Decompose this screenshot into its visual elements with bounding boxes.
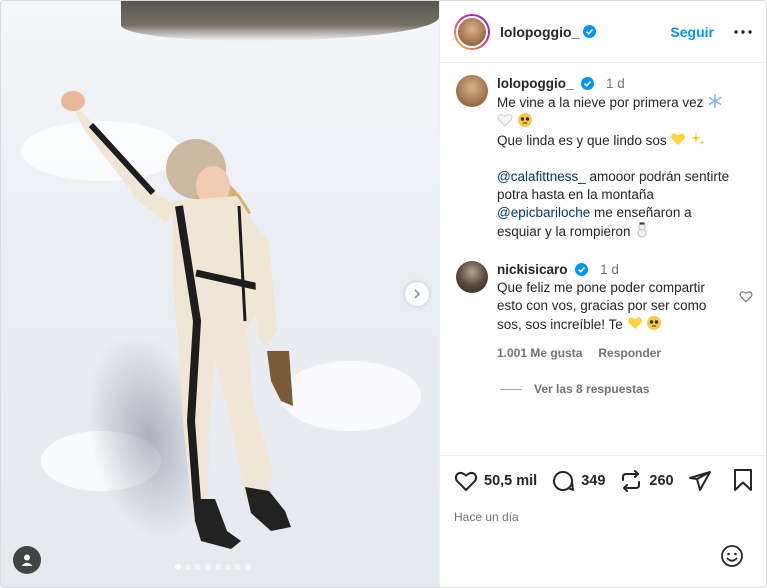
carousel-dot <box>245 564 251 570</box>
mention-link[interactable]: @calafittness_ <box>497 169 586 184</box>
comment-time: 1 d <box>600 262 619 277</box>
user-icon <box>21 554 33 566</box>
bookmark-icon <box>734 468 752 491</box>
snowman-emoji-icon <box>637 222 647 238</box>
caption-author-avatar[interactable] <box>456 75 488 107</box>
snowflake-emoji-icon <box>708 94 722 108</box>
verified-badge-icon <box>575 263 589 276</box>
comment-bubble-icon <box>553 471 575 491</box>
white-heart-emoji-icon <box>497 114 513 127</box>
post-date[interactable]: Hace un día <box>454 510 753 524</box>
carousel-dot <box>215 564 221 570</box>
share-button[interactable] <box>688 469 712 493</box>
chevron-right-icon <box>414 289 421 299</box>
carousel-dots <box>175 564 251 570</box>
carousel-dot <box>195 564 201 570</box>
carousel-dot <box>205 564 211 570</box>
skier-figure <box>61 91 293 549</box>
more-dots-icon <box>734 29 752 34</box>
post-actions: 50,5 mil 349 260 Hace un día <box>440 455 766 524</box>
carousel-dot <box>185 564 191 570</box>
post-caption: lolopoggio_ 1 d Me vine a la nieve por p… <box>456 75 753 241</box>
commenter-avatar[interactable] <box>456 261 488 293</box>
pleading-face-emoji-icon <box>517 113 532 127</box>
mention-link[interactable]: @epicbariloche <box>497 205 590 220</box>
emoji-picker-button[interactable] <box>720 544 744 568</box>
caption-author[interactable]: lolopoggio_ <box>497 76 574 91</box>
like-button[interactable]: 50,5 mil <box>454 470 537 492</box>
comment-button[interactable]: 349 <box>551 469 605 493</box>
smiley-icon <box>721 545 743 567</box>
caption-line-1: Me vine a la nieve por primera vez <box>497 95 704 110</box>
comments-section: lolopoggio_ 1 d Me vine a la nieve por p… <box>440 63 766 455</box>
heart-icon <box>454 472 478 492</box>
comment-text: Que feliz me pone poder compartir esto c… <box>497 280 707 332</box>
likes-count: 50,5 mil <box>484 473 538 489</box>
tagged-users-button[interactable] <box>13 546 41 574</box>
yellow-heart-emoji-icon <box>627 317 642 329</box>
view-replies-button[interactable]: Ver las 8 respuestas <box>500 382 753 396</box>
view-replies-label: Ver las 8 respuestas <box>534 382 650 396</box>
pleading-face-emoji-icon <box>647 316 662 330</box>
reply-button[interactable]: Responder <box>598 344 661 362</box>
caption-time: 1 d <box>606 76 625 91</box>
repost-button[interactable]: 260 <box>619 469 674 493</box>
carousel-dot <box>235 564 241 570</box>
carousel-next-button[interactable] <box>405 282 429 306</box>
post-dialog: lolopoggio_ Seguir lolopoggio_ 1 d Me vi… <box>0 0 767 588</box>
share-paper-plane-icon <box>688 471 711 491</box>
post-photo[interactable] <box>1 1 439 587</box>
comment-item: nickisicaro 1 d Que feliz me pone poder … <box>456 261 753 362</box>
comment-like-heart-icon[interactable] <box>739 290 753 303</box>
more-options-button[interactable] <box>732 21 754 43</box>
yellow-heart-emoji-icon <box>671 133 686 145</box>
author-avatar[interactable] <box>454 13 490 50</box>
verified-badge-icon <box>583 25 597 38</box>
author-username[interactable]: lolopoggio_ <box>500 24 579 40</box>
carousel-dot <box>175 564 181 570</box>
post-side-panel: lolopoggio_ Seguir lolopoggio_ 1 d Me vi… <box>439 1 766 587</box>
follow-button[interactable]: Seguir <box>670 24 714 40</box>
comments-count: 349 <box>581 473 606 489</box>
commenter-username[interactable]: nickisicaro <box>497 262 568 277</box>
sparkles-emoji-icon <box>691 133 705 145</box>
comment-likes-count[interactable]: 1.001 Me gusta <box>497 344 582 362</box>
verified-badge-icon <box>581 77 595 90</box>
save-button[interactable] <box>733 468 753 494</box>
post-header: lolopoggio_ Seguir <box>440 1 766 63</box>
caption-line-2: Que linda es y que lindo sos <box>497 133 667 148</box>
reposts-count: 260 <box>649 473 674 489</box>
repost-icon <box>622 470 641 492</box>
carousel-dot <box>225 564 231 570</box>
